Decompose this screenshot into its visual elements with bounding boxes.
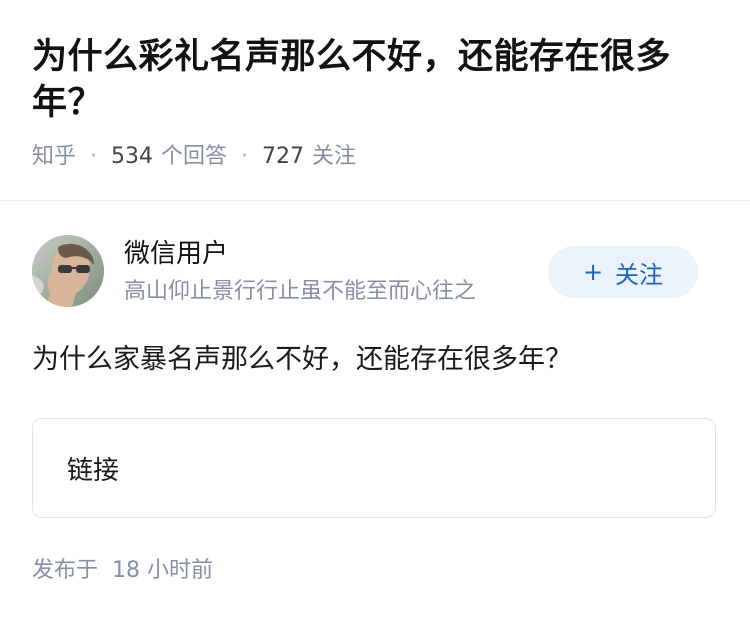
question-source[interactable]: 知乎	[32, 142, 76, 172]
author-bio: 高山仰止景行行止虽不能至而心往之	[124, 279, 477, 304]
question-meta: 知乎 · 534 个回答 · 727 关注	[32, 142, 718, 172]
question-title[interactable]: 为什么彩礼名声那么不好，还能存在很多年？	[32, 34, 718, 126]
follow-button[interactable]: + 关注	[548, 246, 698, 298]
meta-separator: ·	[90, 144, 98, 169]
answer-count-label: 个回答	[161, 144, 228, 169]
meta-separator: ·	[241, 144, 249, 169]
avatar[interactable]	[32, 235, 104, 307]
follow-label: 关注	[615, 260, 664, 289]
publish-info: 发布于 18 小时前	[32, 556, 213, 586]
publish-time: 18 小时前	[112, 558, 214, 583]
author-info: 微信用户 高山仰止景行行止虽不能至而心往之 + 关注	[32, 235, 718, 309]
author-name[interactable]: 微信用户	[124, 237, 228, 271]
answer-content: 为什么家暴名声那么不好，还能存在很多年？	[32, 344, 572, 375]
question-header: 为什么彩礼名声那么不好，还能存在很多年？ 知乎 · 534 个回答 · 727 …	[0, 0, 750, 172]
page: 为什么彩礼名声那么不好，还能存在很多年？ 知乎 · 534 个回答 · 727 …	[0, 0, 750, 624]
plus-icon: +	[582, 258, 604, 286]
link-card-label: 链接	[67, 455, 120, 486]
follower-count-label: 关注	[312, 144, 357, 169]
follower-count: 727	[262, 144, 305, 169]
answer-count: 534	[111, 144, 154, 169]
publish-prefix: 发布于	[32, 558, 99, 583]
link-card[interactable]: 链接	[32, 418, 716, 518]
section-divider	[0, 200, 750, 201]
user-avatar-icon	[32, 235, 104, 307]
